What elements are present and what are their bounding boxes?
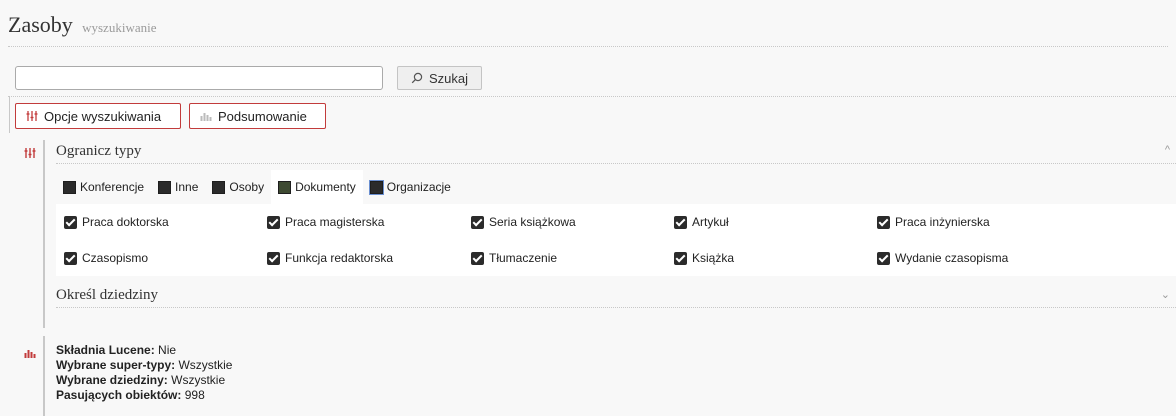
- summary-row: Pasujących obiektów: 998: [56, 388, 232, 403]
- search-button-label: Szukaj: [428, 70, 469, 86]
- domains-section-title: Określ dziedziny: [56, 287, 159, 303]
- subtype-checkbox[interactable]: [674, 251, 687, 265]
- type-dokumenty[interactable]: Dokumenty: [271, 170, 363, 204]
- divider: [9, 96, 10, 133]
- summary-row: Składnia Lucene: Nie: [56, 343, 232, 358]
- divider: [43, 336, 45, 416]
- subtype-label: Czasopismo: [82, 251, 149, 265]
- subtype-czasopismo[interactable]: Czasopismo: [64, 251, 148, 265]
- summary-value: Wszystkie: [178, 358, 233, 372]
- search-options-button[interactable]: Opcje wyszukiwania: [15, 103, 181, 129]
- subtype-label: Seria książkowa: [489, 215, 576, 229]
- type-label: Konferencje: [80, 180, 145, 194]
- summary-panel: Składnia Lucene: Nie Wybrane super-typy:…: [56, 343, 232, 403]
- subtype-checkbox[interactable]: [64, 215, 77, 229]
- type-inne[interactable]: Inne: [151, 170, 205, 204]
- type-label: Inne: [175, 180, 199, 194]
- bar-chart-icon: [200, 113, 212, 121]
- subtype-label: Wydanie czasopisma: [895, 251, 1009, 265]
- subtype-ksiazka[interactable]: Książka: [674, 251, 734, 265]
- subtype-artykul[interactable]: Artykuł: [674, 215, 729, 229]
- type-konferencje[interactable]: Konferencje: [56, 170, 151, 204]
- subtype-label: Praca doktorska: [82, 215, 169, 229]
- subtype-funkcja-redaktorska[interactable]: Funkcja redaktorska: [267, 251, 393, 265]
- subtype-checkbox[interactable]: [64, 251, 77, 265]
- search-button[interactable]: Szukaj: [397, 66, 482, 90]
- divider: [43, 140, 45, 328]
- subtype-checkbox[interactable]: [267, 215, 280, 229]
- subtype-label: Praca inżynierska: [895, 215, 990, 229]
- subtype-checkbox[interactable]: [674, 215, 687, 229]
- summary-row: Wybrane dziedziny: Wszystkie: [56, 373, 232, 388]
- type-label: Dokumenty: [295, 180, 356, 194]
- type-osoby[interactable]: Osoby: [205, 170, 271, 204]
- type-label: Osoby: [229, 180, 265, 194]
- summary-key: Wybrane dziedziny:: [56, 373, 168, 387]
- subtype-label: Funkcja redaktorska: [285, 251, 394, 265]
- sliders-icon: [26, 111, 38, 121]
- subtype-checkbox[interactable]: [267, 251, 280, 265]
- subtype-checkbox[interactable]: [877, 251, 890, 265]
- type-checkbox[interactable]: [158, 180, 172, 194]
- subtypes-panel: Praca doktorska Praca magisterska Seria …: [56, 204, 1176, 276]
- page-header: Zasoby wyszukiwanie: [8, 12, 1168, 47]
- search-options-label: Opcje wyszukiwania: [44, 108, 162, 124]
- subtype-checkbox[interactable]: [471, 215, 484, 229]
- chevron-down-icon[interactable]: ⌄: [1161, 288, 1170, 301]
- type-checkbox[interactable]: [368, 179, 384, 195]
- page-subtitle: wyszukiwanie: [82, 20, 157, 35]
- summary-button[interactable]: Podsumowanie: [189, 103, 326, 129]
- subtype-wydanie-czasopisma[interactable]: Wydanie czasopisma: [877, 251, 1008, 265]
- summary-label: Podsumowanie: [218, 108, 307, 124]
- divider: [8, 96, 1176, 97]
- type-organizacje[interactable]: Organizacje: [363, 170, 458, 204]
- types-section-header[interactable]: Ogranicz typy ^: [56, 140, 1176, 164]
- type-label: Organizacje: [386, 180, 451, 194]
- summary-key: Wybrane super-typy:: [56, 358, 176, 372]
- subtype-tlumaczenie[interactable]: Tłumaczenie: [471, 251, 557, 265]
- summary-value: 998: [184, 388, 205, 402]
- types-row: Konferencje Inne Osoby Dokumenty Organiz…: [56, 170, 458, 204]
- subtype-praca-doktorska[interactable]: Praca doktorska: [64, 215, 169, 229]
- summary-value: Nie: [158, 343, 177, 357]
- subtype-label: Książka: [692, 251, 735, 265]
- chevron-up-icon[interactable]: ^: [1165, 144, 1170, 156]
- summary-key: Pasujących obiektów:: [56, 388, 182, 402]
- search-input[interactable]: [15, 66, 383, 90]
- domains-section-header[interactable]: Określ dziedziny ⌄: [56, 284, 1176, 308]
- sliders-icon: [24, 147, 36, 161]
- summary-row: Wybrane super-typy: Wszystkie: [56, 358, 232, 373]
- summary-value: Wszystkie: [171, 373, 226, 387]
- type-checkbox[interactable]: [212, 180, 226, 194]
- subtype-praca-inzynierska[interactable]: Praca inżynierska: [877, 215, 990, 229]
- subtype-praca-magisterska[interactable]: Praca magisterska: [267, 215, 384, 229]
- types-section-title: Ogranicz typy: [56, 143, 142, 159]
- page-title: Zasoby: [8, 12, 73, 37]
- subtype-seria-ksiazkowa[interactable]: Seria książkowa: [471, 215, 576, 229]
- subtype-checkbox[interactable]: [877, 215, 890, 229]
- subtype-label: Praca magisterska: [285, 215, 385, 229]
- summary-key: Składnia Lucene:: [56, 343, 155, 357]
- subtype-label: Artykuł: [692, 215, 729, 229]
- subtype-label: Tłumaczenie: [489, 251, 558, 265]
- subtype-checkbox[interactable]: [471, 251, 484, 265]
- bar-chart-icon: [24, 347, 36, 361]
- search-icon: [411, 72, 423, 84]
- type-checkbox[interactable]: [278, 180, 292, 194]
- type-checkbox[interactable]: [63, 180, 76, 194]
